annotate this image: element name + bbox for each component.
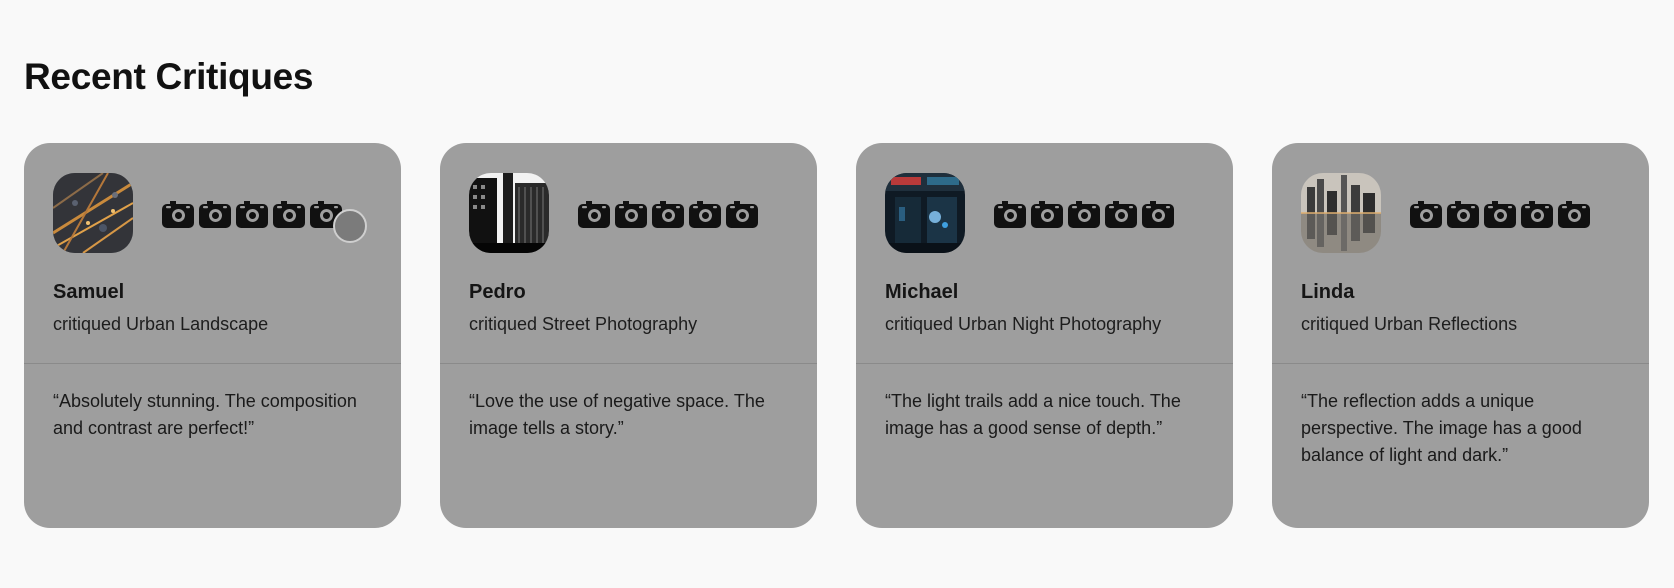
camera-rating (578, 198, 759, 228)
critique-subject: critiqued Urban Night Photography (885, 314, 1162, 334)
critique-quote: “Absolutely stunning. The composition an… (53, 391, 357, 438)
critique-quote: “The light trails add a nice touch. The … (885, 391, 1181, 438)
camera-icon[interactable] (1447, 198, 1480, 228)
critique-quote: “The reflection adds a unique perspectiv… (1301, 391, 1582, 465)
section-title: Recent Critiques (24, 56, 314, 97)
critique-subject: critiqued Urban Reflections (1301, 314, 1518, 334)
camera-icon[interactable] (273, 198, 306, 228)
drag-handle[interactable] (333, 209, 367, 243)
reviewer-name: Pedro (469, 281, 526, 303)
black-white-buildings-image (469, 173, 549, 253)
camera-icon[interactable] (1558, 198, 1591, 228)
critique-subject: critiqued Street Photography (469, 314, 698, 334)
skyline-reflection-image (1301, 173, 1381, 253)
camera-icon[interactable] (615, 198, 648, 228)
divider (440, 363, 817, 364)
camera-icon[interactable] (578, 198, 611, 228)
camera-icon[interactable] (1410, 198, 1443, 228)
critique-card[interactable]: Samuel critiqued Urban Landscape “Absolu… (24, 143, 401, 528)
camera-icon[interactable] (1521, 198, 1554, 228)
camera-icon[interactable] (994, 198, 1027, 228)
reviewer-name: Linda (1301, 281, 1355, 303)
camera-rating (162, 198, 343, 228)
divider (24, 363, 401, 364)
camera-icon[interactable] (236, 198, 269, 228)
critique-card[interactable]: Linda critiqued Urban Reflections “The r… (1272, 143, 1649, 528)
reviewer-name: Samuel (53, 281, 125, 303)
camera-rating (994, 198, 1175, 228)
critique-quote: “Love the use of negative space. The ima… (469, 391, 765, 438)
divider (856, 363, 1233, 364)
critique-thumbnail[interactable] (469, 173, 549, 253)
critique-thumbnail[interactable] (53, 173, 133, 253)
critique-card[interactable]: Michael critiqued Urban Night Photograph… (856, 143, 1233, 528)
critique-card-list: Samuel critiqued Urban Landscape “Absolu… (24, 143, 1649, 528)
critique-thumbnail[interactable] (885, 173, 965, 253)
camera-icon[interactable] (652, 198, 685, 228)
camera-icon[interactable] (726, 198, 759, 228)
reviewer-name: Michael (885, 281, 959, 303)
camera-icon[interactable] (1031, 198, 1064, 228)
camera-icon[interactable] (1068, 198, 1101, 228)
camera-icon[interactable] (199, 198, 232, 228)
critique-card[interactable]: Pedro critiqued Street Photography “Love… (440, 143, 817, 528)
camera-icon[interactable] (162, 198, 195, 228)
camera-icon[interactable] (1484, 198, 1517, 228)
camera-icon[interactable] (1142, 198, 1175, 228)
aerial-city-image (53, 173, 133, 253)
neon-window-image (885, 173, 965, 253)
camera-rating (1410, 198, 1591, 228)
camera-icon[interactable] (1105, 198, 1138, 228)
camera-icon[interactable] (689, 198, 722, 228)
critique-thumbnail[interactable] (1301, 173, 1381, 253)
divider (1272, 363, 1649, 364)
critique-subject: critiqued Urban Landscape (53, 314, 269, 334)
